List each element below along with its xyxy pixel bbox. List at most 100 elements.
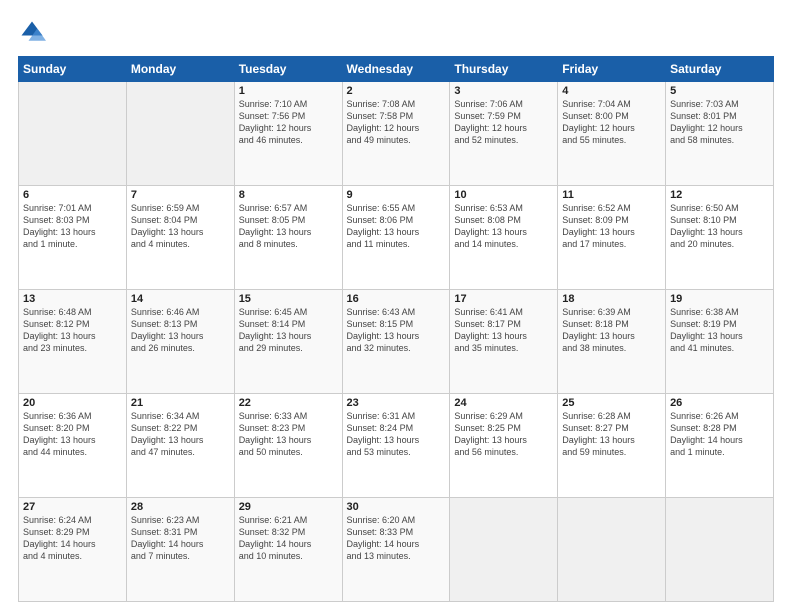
calendar-table: SundayMondayTuesdayWednesdayThursdayFrid…	[18, 56, 774, 602]
day-info: Sunrise: 6:28 AM Sunset: 8:27 PM Dayligh…	[562, 410, 661, 459]
logo	[18, 18, 50, 46]
day-number: 10	[454, 189, 553, 201]
day-info: Sunrise: 6:53 AM Sunset: 8:08 PM Dayligh…	[454, 202, 553, 251]
day-number: 9	[347, 189, 446, 201]
calendar-cell: 13Sunrise: 6:48 AM Sunset: 8:12 PM Dayli…	[19, 290, 127, 394]
day-number: 4	[562, 85, 661, 97]
calendar-cell: 23Sunrise: 6:31 AM Sunset: 8:24 PM Dayli…	[342, 394, 450, 498]
calendar-cell: 11Sunrise: 6:52 AM Sunset: 8:09 PM Dayli…	[558, 186, 666, 290]
page: SundayMondayTuesdayWednesdayThursdayFrid…	[0, 0, 792, 612]
day-number: 25	[562, 397, 661, 409]
day-number: 21	[131, 397, 230, 409]
calendar-cell: 20Sunrise: 6:36 AM Sunset: 8:20 PM Dayli…	[19, 394, 127, 498]
day-number: 13	[23, 293, 122, 305]
day-info: Sunrise: 6:59 AM Sunset: 8:04 PM Dayligh…	[131, 202, 230, 251]
day-info: Sunrise: 6:34 AM Sunset: 8:22 PM Dayligh…	[131, 410, 230, 459]
day-info: Sunrise: 6:36 AM Sunset: 8:20 PM Dayligh…	[23, 410, 122, 459]
day-info: Sunrise: 6:20 AM Sunset: 8:33 PM Dayligh…	[347, 514, 446, 563]
calendar-cell	[558, 498, 666, 602]
day-number: 2	[347, 85, 446, 97]
day-info: Sunrise: 7:06 AM Sunset: 7:59 PM Dayligh…	[454, 98, 553, 147]
calendar-cell: 7Sunrise: 6:59 AM Sunset: 8:04 PM Daylig…	[126, 186, 234, 290]
col-header-wednesday: Wednesday	[342, 57, 450, 82]
calendar-cell	[19, 82, 127, 186]
day-info: Sunrise: 6:46 AM Sunset: 8:13 PM Dayligh…	[131, 306, 230, 355]
day-info: Sunrise: 6:26 AM Sunset: 8:28 PM Dayligh…	[670, 410, 769, 459]
day-number: 12	[670, 189, 769, 201]
header	[18, 18, 774, 46]
day-number: 30	[347, 501, 446, 513]
calendar-cell: 22Sunrise: 6:33 AM Sunset: 8:23 PM Dayli…	[234, 394, 342, 498]
day-number: 16	[347, 293, 446, 305]
day-info: Sunrise: 6:39 AM Sunset: 8:18 PM Dayligh…	[562, 306, 661, 355]
day-info: Sunrise: 6:21 AM Sunset: 8:32 PM Dayligh…	[239, 514, 338, 563]
day-info: Sunrise: 6:41 AM Sunset: 8:17 PM Dayligh…	[454, 306, 553, 355]
calendar-cell: 12Sunrise: 6:50 AM Sunset: 8:10 PM Dayli…	[666, 186, 774, 290]
calendar-cell: 16Sunrise: 6:43 AM Sunset: 8:15 PM Dayli…	[342, 290, 450, 394]
calendar-cell: 30Sunrise: 6:20 AM Sunset: 8:33 PM Dayli…	[342, 498, 450, 602]
col-header-sunday: Sunday	[19, 57, 127, 82]
col-header-saturday: Saturday	[666, 57, 774, 82]
day-info: Sunrise: 7:08 AM Sunset: 7:58 PM Dayligh…	[347, 98, 446, 147]
day-number: 20	[23, 397, 122, 409]
logo-icon	[18, 18, 46, 46]
calendar-cell	[450, 498, 558, 602]
calendar-cell: 24Sunrise: 6:29 AM Sunset: 8:25 PM Dayli…	[450, 394, 558, 498]
day-info: Sunrise: 6:45 AM Sunset: 8:14 PM Dayligh…	[239, 306, 338, 355]
day-number: 28	[131, 501, 230, 513]
calendar-cell	[126, 82, 234, 186]
calendar-cell: 9Sunrise: 6:55 AM Sunset: 8:06 PM Daylig…	[342, 186, 450, 290]
day-number: 3	[454, 85, 553, 97]
calendar-week-5: 27Sunrise: 6:24 AM Sunset: 8:29 PM Dayli…	[19, 498, 774, 602]
day-number: 15	[239, 293, 338, 305]
calendar-cell: 27Sunrise: 6:24 AM Sunset: 8:29 PM Dayli…	[19, 498, 127, 602]
day-number: 11	[562, 189, 661, 201]
day-info: Sunrise: 6:38 AM Sunset: 8:19 PM Dayligh…	[670, 306, 769, 355]
calendar-cell: 10Sunrise: 6:53 AM Sunset: 8:08 PM Dayli…	[450, 186, 558, 290]
day-info: Sunrise: 6:33 AM Sunset: 8:23 PM Dayligh…	[239, 410, 338, 459]
calendar-cell: 6Sunrise: 7:01 AM Sunset: 8:03 PM Daylig…	[19, 186, 127, 290]
calendar-cell: 25Sunrise: 6:28 AM Sunset: 8:27 PM Dayli…	[558, 394, 666, 498]
day-info: Sunrise: 6:57 AM Sunset: 8:05 PM Dayligh…	[239, 202, 338, 251]
col-header-friday: Friday	[558, 57, 666, 82]
day-info: Sunrise: 7:01 AM Sunset: 8:03 PM Dayligh…	[23, 202, 122, 251]
calendar-cell: 21Sunrise: 6:34 AM Sunset: 8:22 PM Dayli…	[126, 394, 234, 498]
calendar-cell: 8Sunrise: 6:57 AM Sunset: 8:05 PM Daylig…	[234, 186, 342, 290]
day-number: 29	[239, 501, 338, 513]
day-number: 7	[131, 189, 230, 201]
day-number: 26	[670, 397, 769, 409]
calendar-cell: 4Sunrise: 7:04 AM Sunset: 8:00 PM Daylig…	[558, 82, 666, 186]
day-info: Sunrise: 7:03 AM Sunset: 8:01 PM Dayligh…	[670, 98, 769, 147]
calendar-week-4: 20Sunrise: 6:36 AM Sunset: 8:20 PM Dayli…	[19, 394, 774, 498]
day-info: Sunrise: 7:04 AM Sunset: 8:00 PM Dayligh…	[562, 98, 661, 147]
calendar-cell: 19Sunrise: 6:38 AM Sunset: 8:19 PM Dayli…	[666, 290, 774, 394]
day-number: 6	[23, 189, 122, 201]
calendar-week-1: 1Sunrise: 7:10 AM Sunset: 7:56 PM Daylig…	[19, 82, 774, 186]
calendar-cell: 14Sunrise: 6:46 AM Sunset: 8:13 PM Dayli…	[126, 290, 234, 394]
day-number: 17	[454, 293, 553, 305]
day-number: 19	[670, 293, 769, 305]
col-header-thursday: Thursday	[450, 57, 558, 82]
calendar-week-2: 6Sunrise: 7:01 AM Sunset: 8:03 PM Daylig…	[19, 186, 774, 290]
day-info: Sunrise: 6:43 AM Sunset: 8:15 PM Dayligh…	[347, 306, 446, 355]
day-info: Sunrise: 6:24 AM Sunset: 8:29 PM Dayligh…	[23, 514, 122, 563]
calendar-cell: 1Sunrise: 7:10 AM Sunset: 7:56 PM Daylig…	[234, 82, 342, 186]
day-number: 1	[239, 85, 338, 97]
calendar-cell: 5Sunrise: 7:03 AM Sunset: 8:01 PM Daylig…	[666, 82, 774, 186]
day-info: Sunrise: 6:52 AM Sunset: 8:09 PM Dayligh…	[562, 202, 661, 251]
day-number: 27	[23, 501, 122, 513]
day-number: 24	[454, 397, 553, 409]
col-header-tuesday: Tuesday	[234, 57, 342, 82]
day-number: 18	[562, 293, 661, 305]
day-info: Sunrise: 6:31 AM Sunset: 8:24 PM Dayligh…	[347, 410, 446, 459]
calendar-cell: 3Sunrise: 7:06 AM Sunset: 7:59 PM Daylig…	[450, 82, 558, 186]
calendar-cell: 26Sunrise: 6:26 AM Sunset: 8:28 PM Dayli…	[666, 394, 774, 498]
calendar-cell: 28Sunrise: 6:23 AM Sunset: 8:31 PM Dayli…	[126, 498, 234, 602]
day-number: 8	[239, 189, 338, 201]
calendar-cell: 18Sunrise: 6:39 AM Sunset: 8:18 PM Dayli…	[558, 290, 666, 394]
calendar-cell: 29Sunrise: 6:21 AM Sunset: 8:32 PM Dayli…	[234, 498, 342, 602]
day-number: 23	[347, 397, 446, 409]
calendar-cell: 2Sunrise: 7:08 AM Sunset: 7:58 PM Daylig…	[342, 82, 450, 186]
calendar-cell: 17Sunrise: 6:41 AM Sunset: 8:17 PM Dayli…	[450, 290, 558, 394]
day-info: Sunrise: 6:55 AM Sunset: 8:06 PM Dayligh…	[347, 202, 446, 251]
